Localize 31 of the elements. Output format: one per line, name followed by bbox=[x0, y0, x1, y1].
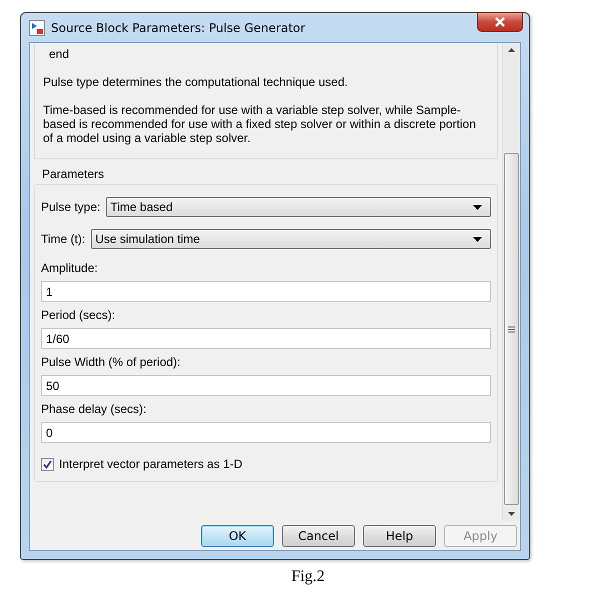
field-label: Phase delay (secs): bbox=[41, 402, 148, 416]
dialog-button[interactable]: OK bbox=[201, 524, 274, 546]
dropdown[interactable]: Time based bbox=[106, 197, 491, 217]
description-text: Time-based is recommended for use with a variable step solver, while Sample-based is recommended for use with a fixed step solver or within a discrete portion of a model using a variable step solver. bbox=[43, 103, 477, 145]
description-text: Pulse type determines the computational technique used. bbox=[43, 75, 349, 89]
input-field[interactable]: 1 bbox=[41, 281, 491, 302]
field-label: Pulse type: bbox=[41, 200, 100, 214]
close-button[interactable] bbox=[477, 12, 523, 32]
dropdown[interactable]: Use simulation time bbox=[91, 229, 491, 249]
figure-caption: Fig.2 bbox=[290, 568, 326, 586]
caret-icon bbox=[473, 204, 482, 210]
field-label: Period (secs): bbox=[41, 308, 116, 322]
input-field[interactable]: 0 bbox=[41, 422, 491, 443]
checkbox-label: Interpret vector parameters as 1-D bbox=[59, 457, 242, 471]
caret-icon bbox=[473, 236, 482, 242]
dialog-button[interactable]: Cancel bbox=[282, 524, 355, 546]
window-title: Source Block Parameters: Pulse Generator bbox=[51, 20, 306, 34]
app-icon bbox=[29, 20, 45, 36]
group-title: Parameters bbox=[42, 167, 106, 181]
checkbox[interactable] bbox=[41, 458, 54, 470]
dialog-button[interactable]: Help bbox=[363, 524, 436, 546]
field-label: Pulse Width (% of period): bbox=[41, 355, 182, 369]
field-label: Amplitude: bbox=[41, 261, 99, 275]
input-field[interactable]: 1/60 bbox=[41, 328, 491, 349]
input-field[interactable]: 50 bbox=[41, 375, 491, 396]
close-icon bbox=[494, 17, 506, 27]
field-label: Time (t): bbox=[41, 232, 86, 246]
scrollbar[interactable] bbox=[502, 43, 520, 521]
scroll-thumb[interactable] bbox=[504, 153, 519, 505]
grip-icon bbox=[508, 326, 515, 332]
code-line: end bbox=[49, 47, 70, 61]
